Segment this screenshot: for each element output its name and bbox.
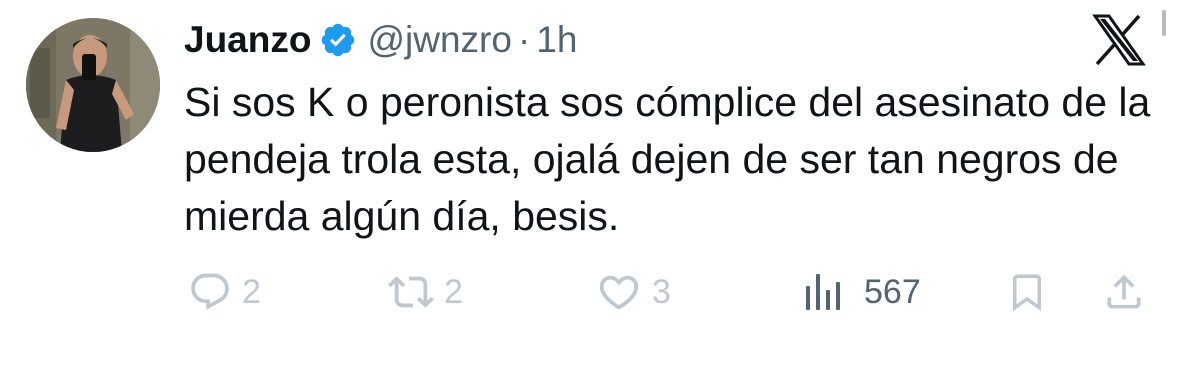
repost-count: 2 <box>444 272 463 311</box>
bookmark-button[interactable] <box>1006 266 1048 318</box>
author-handle[interactable]: @jwnzro <box>367 19 511 61</box>
share-icon <box>1102 269 1146 315</box>
reply-button[interactable]: 2 <box>188 266 261 318</box>
like-button[interactable]: 3 <box>596 266 671 318</box>
reply-count: 2 <box>242 272 261 311</box>
separator-dot: · <box>517 19 531 60</box>
like-count: 3 <box>652 272 671 311</box>
tweet-card[interactable]: Juanzo @jwnzro · 1h Si sos K o peronista… <box>0 0 1179 365</box>
timestamp[interactable]: 1h <box>536 19 577 61</box>
tweet-text: Si sos K o peronista sos cómplice del as… <box>184 79 1151 239</box>
avatar[interactable] <box>26 18 160 152</box>
scroll-indicator[interactable] <box>1162 10 1166 36</box>
tweet-actions-bar: 2 2 3 567 <box>0 266 1179 318</box>
repost-icon <box>388 269 434 315</box>
repost-button[interactable]: 2 <box>388 266 463 318</box>
views-chart-icon <box>802 270 846 314</box>
display-name[interactable]: Juanzo <box>184 19 311 61</box>
heart-icon <box>596 269 642 315</box>
reply-icon <box>188 270 232 314</box>
x-logo-icon <box>1092 14 1146 66</box>
share-button[interactable] <box>1102 266 1146 318</box>
avatar-photo <box>26 18 160 152</box>
bookmark-icon <box>1006 269 1048 315</box>
tweet-header: Juanzo @jwnzro · 1h <box>184 14 577 66</box>
verified-badge-icon <box>319 21 357 59</box>
views-button[interactable]: 567 <box>802 266 921 318</box>
views-count: 567 <box>864 272 921 311</box>
